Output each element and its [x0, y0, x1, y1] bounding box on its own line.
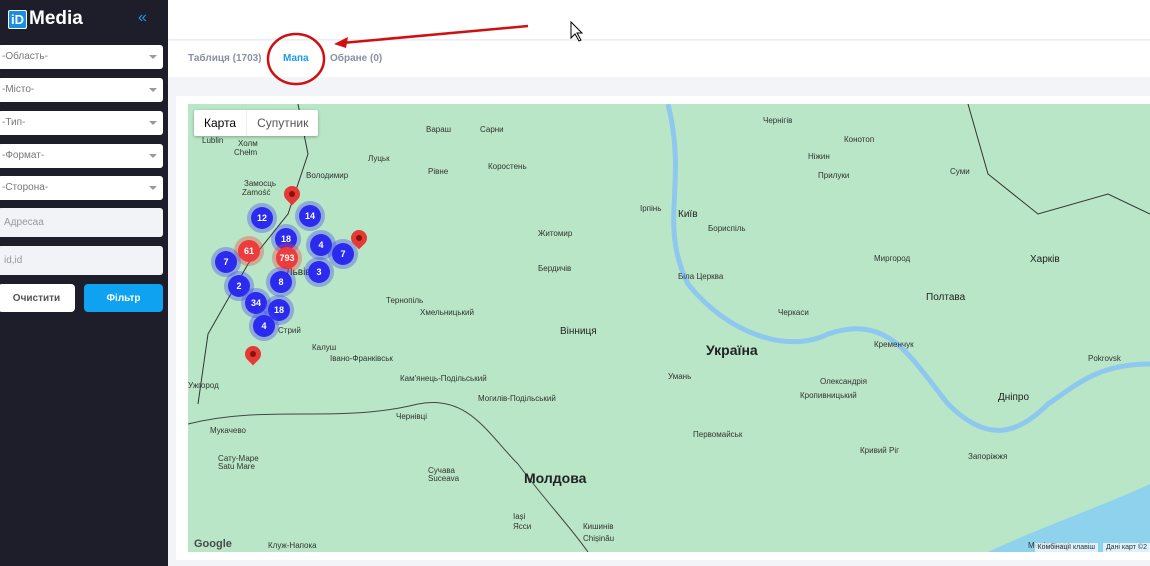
tab-map[interactable]: Мапа [283, 53, 309, 64]
city-label: Клуж-Напока [268, 541, 317, 550]
city-label: Могилів-Подільський [478, 394, 556, 403]
city-label: Миргород [874, 254, 911, 263]
marker-cluster[interactable]: 7 [332, 243, 354, 265]
city-label: Полтава [926, 292, 966, 303]
logo: iD Media [8, 8, 83, 30]
region-select[interactable]: -Область- [0, 45, 163, 69]
city-label: Коростень [488, 162, 527, 171]
river-dnipro [665, 104, 1150, 433]
map-type-satellite[interactable]: Супутник [246, 110, 318, 136]
marker-cluster[interactable]: 14 [299, 205, 321, 227]
country-label: Україна [706, 342, 758, 358]
keyboard-shortcuts-link[interactable]: Комбінації клавіш [1034, 543, 1098, 552]
google-logo: Google [194, 538, 232, 550]
view-tabs: Таблиця (1703) Мапа Обране (0) [168, 41, 1150, 77]
city-label: Satu Mare [218, 462, 255, 471]
city-label: Ірпінь [640, 204, 662, 213]
city-label: Кропивницький [800, 391, 857, 400]
city-label: Первомайськ [693, 430, 743, 439]
city-label: Луцьк [368, 154, 390, 163]
city-label: Iași [513, 512, 526, 521]
map-type-control: Карта Супутник [194, 110, 319, 136]
tab-table[interactable]: Таблиця (1703) [188, 53, 262, 64]
city-label: Вінниця [560, 326, 597, 337]
map-data-attribution[interactable]: Дані карт ©2 [1102, 543, 1150, 552]
city-label: Чернігів [763, 116, 793, 125]
chevron-down-icon [149, 186, 157, 190]
city-label: Ясси [513, 522, 532, 531]
chevron-down-icon [149, 154, 157, 158]
city-label: Кривий Ріг [860, 446, 900, 455]
city-label: Chișinău [583, 534, 615, 543]
city-label: Замосць [244, 179, 276, 188]
city-label: Харків [1030, 254, 1060, 265]
city-label: Pokrovsk [1088, 354, 1121, 363]
city-label: Київ [678, 209, 698, 220]
chevron-down-icon [149, 121, 157, 125]
city-label: Запоріжжя [968, 452, 1008, 461]
filter-button[interactable]: Фільтр [84, 284, 163, 312]
city-label: Чернівці [396, 412, 428, 421]
marker-cluster[interactable]: 4 [310, 234, 332, 256]
city-label: Прилуки [818, 171, 850, 180]
city-label: Ужгород [188, 381, 219, 390]
city-label: Конотоп [844, 135, 875, 144]
border-east [967, 104, 1150, 215]
marker-cluster[interactable]: 34 [245, 292, 267, 314]
marker-cluster[interactable]: 2 [228, 275, 250, 297]
city-label: Рівне [428, 167, 449, 176]
city-label: Холм [238, 139, 258, 148]
city-label: Калуш [312, 343, 337, 352]
city-label: Житомир [538, 229, 573, 238]
tab-favorites[interactable]: Обране (0) [330, 53, 382, 64]
collapse-sidebar-icon[interactable]: « [138, 9, 147, 27]
side-select[interactable]: -Сторона- [0, 176, 163, 200]
city-label: Кишинів [583, 522, 614, 531]
marker-cluster[interactable]: 8 [270, 271, 292, 293]
country-label: Молдова [524, 470, 587, 486]
city-label: Кременчук [874, 340, 914, 349]
city-label: Умань [668, 372, 692, 381]
city-select[interactable]: -Місто- [0, 78, 163, 102]
marker-cluster[interactable]: 12 [251, 207, 273, 229]
sidebar: iD Media « -Область- -Місто- -Тип- -Форма… [0, 0, 168, 566]
city-label: Черкаси [778, 308, 809, 317]
city-label: Біла Церква [678, 272, 724, 281]
clear-button[interactable]: Очистити [0, 284, 75, 312]
city-label: Стрий [278, 326, 301, 335]
marker-cluster[interactable]: 4 [253, 315, 275, 337]
city-label: Бердичів [538, 264, 572, 273]
city-label: Бориспіль [708, 224, 746, 233]
chevron-down-icon [149, 88, 157, 92]
marker-cluster[interactable]: 793 [276, 247, 298, 269]
map-type-map[interactable]: Карта [194, 110, 246, 136]
format-select[interactable]: -Формат- [0, 144, 163, 168]
marker-cluster[interactable]: 3 [308, 261, 330, 283]
city-label: Suceava [428, 474, 460, 483]
city-label: Вараш [426, 125, 452, 134]
city-label: Хмельницький [420, 308, 474, 317]
city-label: Lublin [202, 136, 224, 145]
city-label: Мукачево [210, 426, 246, 435]
city-label: Сарни [480, 125, 504, 134]
city-label: Кам'янець-Подільський [400, 374, 487, 383]
city-label: Івано-Франківськ [330, 354, 393, 363]
city-label: Дніпро [998, 392, 1030, 403]
chevron-down-icon [149, 55, 157, 59]
address-input[interactable] [0, 208, 163, 237]
top-bar [168, 0, 1150, 40]
type-select[interactable]: -Тип- [0, 111, 163, 135]
city-label: Суми [950, 167, 970, 176]
city-label: Ніжин [808, 152, 830, 161]
city-label: Zamość [242, 188, 271, 197]
marker-cluster[interactable]: 61 [238, 240, 260, 262]
city-label: Chełm [234, 148, 258, 157]
marker-cluster[interactable]: 7 [215, 251, 237, 273]
city-label: Володимир [306, 171, 349, 180]
city-label: Тернопіль [386, 296, 424, 305]
city-label: Олександрія [820, 377, 867, 386]
map[interactable]: Lublin Холм Chełm Замосць Zamość Володимир Луц… [188, 104, 1150, 552]
ids-input[interactable] [0, 246, 163, 275]
